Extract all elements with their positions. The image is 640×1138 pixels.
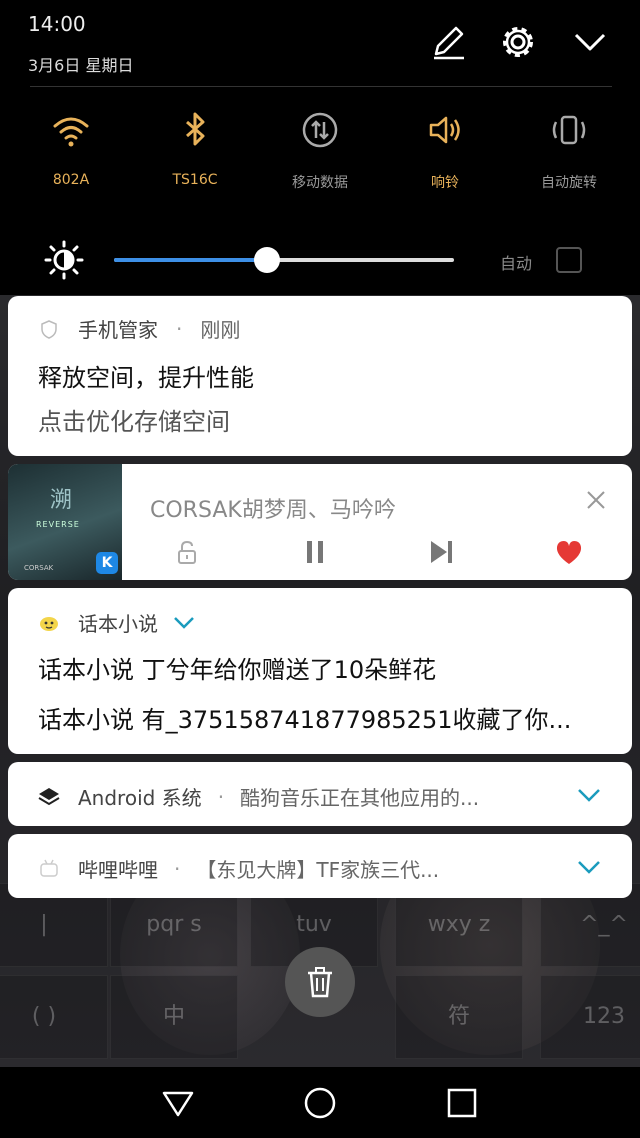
toggle-label: 响铃 — [431, 175, 459, 191]
novel-app-icon — [40, 616, 58, 631]
separator-dot: · — [176, 316, 183, 341]
toggle-mobile-data[interactable]: 移动数据 — [265, 110, 375, 200]
notification-text: 【东见大牌】TF家族三代... — [196, 858, 440, 882]
separator-dot: · — [174, 856, 181, 881]
bilibili-icon — [40, 859, 58, 877]
toggle-wifi[interactable]: 802A — [16, 110, 126, 200]
close-icon[interactable] — [584, 488, 608, 512]
phone-manager-icon — [41, 319, 57, 339]
album-art-text: REVERSE — [36, 520, 80, 529]
background-key: 中 — [110, 975, 238, 1059]
notification-novel[interactable]: 话本小说 话本小说 丁兮年给你赠送了10朵鲜花 话本小说 有_375158741… — [8, 588, 632, 754]
background-key: ( ) — [0, 975, 108, 1059]
home-circle-icon[interactable] — [302, 1085, 338, 1121]
notification-text: 酷狗音乐正在其他应用的... — [240, 786, 480, 810]
wifi-icon — [53, 117, 89, 147]
album-art-text: 溯 — [50, 488, 73, 513]
app-name: 话本小说 — [78, 612, 158, 636]
notification-header: Android 系统 · 酷狗音乐正在其他应用的... — [38, 782, 558, 811]
clear-all-notifications-button[interactable] — [285, 947, 355, 1017]
header-divider — [30, 86, 612, 87]
settings-gear-icon[interactable] — [498, 22, 538, 62]
notification-bilibili[interactable]: 哔哩哔哩 · 【东见大牌】TF家族三代... — [8, 834, 632, 898]
notification-music-player[interactable]: 溯 REVERSE CORSAK K CORSAK胡梦周、马吟吟 — [8, 464, 632, 580]
app-name: 哔哩哔哩 — [78, 858, 158, 882]
auto-brightness-label: 自动 — [500, 254, 533, 273]
notification-body: 点击优化存储空间 — [38, 408, 230, 436]
music-title: CORSAK胡梦周、马吟吟 — [150, 498, 396, 523]
brightness-icon — [44, 240, 84, 280]
background-key: 符 — [395, 975, 523, 1059]
expand-chevron-icon[interactable] — [172, 615, 196, 631]
notification-phone-manager[interactable]: 手机管家 · 刚刚 释放空间，提升性能 点击优化存储空间 — [8, 296, 632, 456]
lock-icon[interactable] — [172, 537, 202, 567]
brightness-slider-thumb[interactable] — [254, 247, 280, 273]
toggle-label: 移动数据 — [292, 175, 348, 191]
notification-line: 话本小说 丁兮年给你赠送了10朵鲜花 — [38, 656, 437, 684]
notification-header: 哔哩哔哩 · 【东见大牌】TF家族三代... — [38, 854, 558, 883]
album-art-text: CORSAK — [24, 564, 54, 572]
toggle-auto-rotate[interactable]: 自动旋转 — [514, 110, 624, 200]
background-key: 123 — [540, 975, 640, 1059]
status-time: 14:00 — [28, 12, 86, 36]
ring-speaker-icon — [429, 116, 460, 144]
edit-icon[interactable] — [428, 22, 468, 62]
pause-icon[interactable] — [300, 537, 330, 567]
auto-rotate-icon — [552, 115, 586, 145]
notification-title: 释放空间，提升性能 — [38, 364, 254, 392]
quick-settings-panel: 14:00 3月6日 星期日 802A TS16C 移动数据 响铃 自动旋转 自… — [0, 0, 640, 295]
heart-favorite-icon[interactable] — [554, 537, 584, 567]
notification-line: 话本小说 有_375158741877985251收藏了你... — [38, 706, 572, 734]
notification-header: 手机管家 · 刚刚 — [38, 314, 240, 343]
trash-icon — [308, 967, 332, 998]
toggle-label: TS16C — [172, 172, 218, 188]
separator-dot: · — [217, 784, 225, 809]
recents-square-icon[interactable] — [444, 1085, 480, 1121]
collapse-chevron-down-icon[interactable] — [570, 22, 610, 62]
expand-chevron-icon[interactable] — [576, 786, 602, 804]
back-triangle-icon[interactable] — [160, 1085, 196, 1121]
layers-icon — [38, 787, 60, 805]
notification-header: 话本小说 — [38, 608, 196, 637]
kugou-app-icon: K — [96, 552, 118, 574]
navigation-bar — [0, 1067, 640, 1138]
app-name: Android 系统 — [78, 786, 202, 810]
album-art: 溯 REVERSE CORSAK K — [8, 464, 122, 580]
toggle-label: 自动旋转 — [541, 175, 597, 191]
app-name: 手机管家 — [78, 318, 158, 342]
brightness-slider-fill — [114, 258, 267, 262]
brightness-slider[interactable] — [114, 247, 454, 273]
toggle-bluetooth[interactable]: TS16C — [140, 110, 250, 200]
next-track-icon[interactable] — [426, 537, 456, 567]
toggle-label: 802A — [52, 172, 90, 188]
mobile-data-icon — [302, 112, 338, 148]
toggle-ring[interactable]: 响铃 — [390, 110, 500, 200]
notification-android-system[interactable]: Android 系统 · 酷狗音乐正在其他应用的... — [8, 762, 632, 826]
expand-chevron-icon[interactable] — [576, 858, 602, 876]
status-date: 3月6日 星期日 — [28, 56, 134, 75]
notification-time: 刚刚 — [200, 318, 241, 342]
bluetooth-icon — [186, 112, 205, 146]
auto-brightness-checkbox[interactable] — [556, 247, 582, 273]
